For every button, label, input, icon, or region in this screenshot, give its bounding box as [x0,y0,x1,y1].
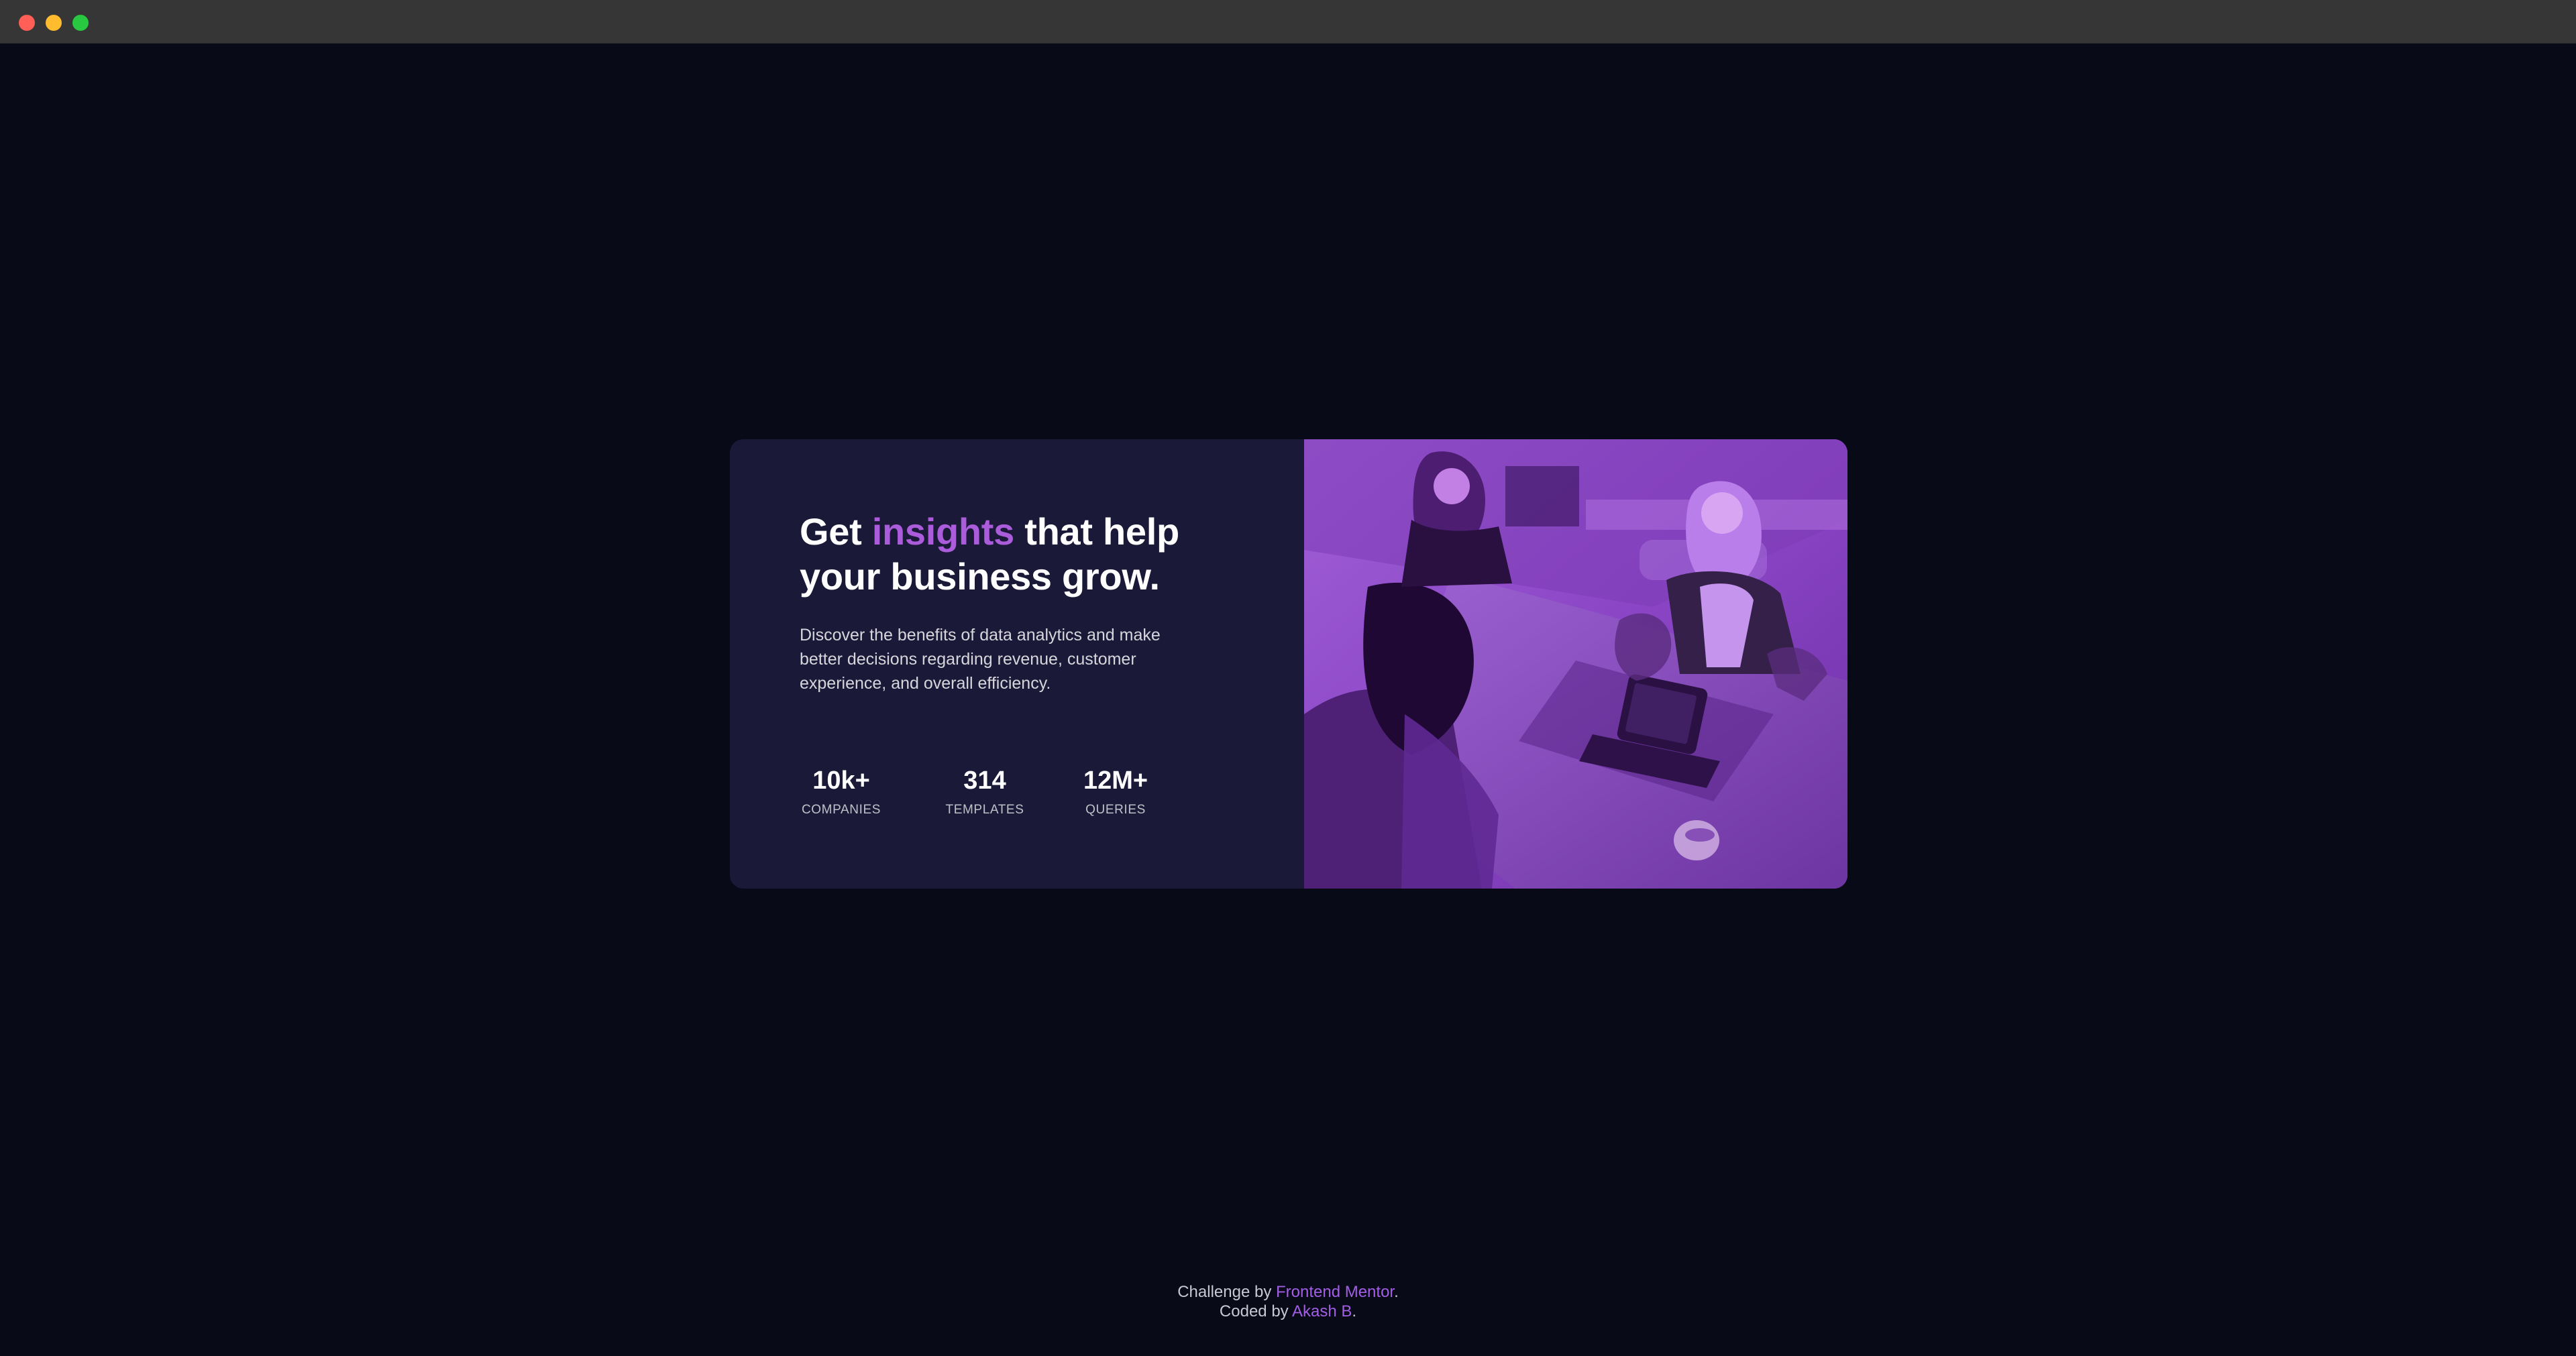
coder-credit-prefix: Coded by [1219,1302,1293,1320]
browser-window: Get insights that help your business gro… [0,0,2576,1356]
stat-label: COMPANIES [801,803,881,817]
stat-value: 12M+ [1083,767,1148,795]
coder-credit: Coded by Akash B. [0,1302,2576,1321]
maximize-window-button[interactable] [72,15,89,31]
window-titlebar [0,0,2576,44]
card-description: Discover the benefits of data analytics … [800,626,1161,693]
headline-accent-word: insights [871,510,1015,553]
challenge-credit-prefix: Challenge by [1177,1283,1276,1301]
attribution-footer: Challenge by Frontend Mentor. Coded by A… [0,1282,2576,1321]
stats-preview-card: Get insights that help your business gro… [730,439,1847,889]
office-meeting-image [1304,439,1847,889]
author-link[interactable]: Akash B [1292,1302,1352,1320]
minimize-window-button[interactable] [46,15,62,31]
stat-label: QUERIES [1085,803,1146,817]
stats-list: 10k+ COMPANIES 314 TEMPLATES 12M+ QUERIE… [800,765,1229,826]
stat-queries: 12M+ QUERIES [1079,765,1152,817]
stat-templates: 314 TEMPLATES [938,765,1032,817]
frontend-mentor-link[interactable]: Frontend Mentor [1276,1283,1394,1301]
stat-value: 314 [963,767,1006,795]
stat-label: TEMPLATES [945,803,1024,817]
stat-companies: 10k+ COMPANIES [800,765,883,817]
close-window-button[interactable] [19,15,35,31]
challenge-credit: Challenge by Frontend Mentor. [0,1282,2576,1302]
office-meeting-photo-icon [1304,439,1847,889]
card-headline: Get insights that help your business gro… [800,509,1242,599]
stat-value: 10k+ [812,767,870,795]
coder-credit-suffix: . [1352,1302,1357,1320]
challenge-credit-suffix: . [1394,1283,1399,1301]
headline-prefix: Get [800,510,872,553]
card-content: Get insights that help your business gro… [730,439,1304,889]
